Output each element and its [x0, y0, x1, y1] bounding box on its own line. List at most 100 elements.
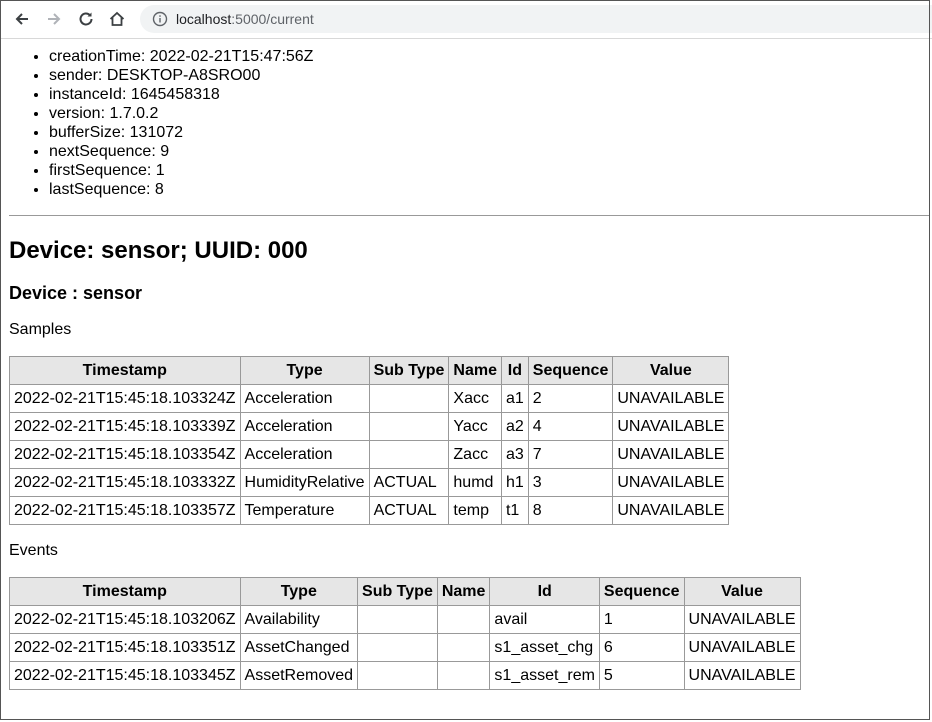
table-cell: [436, 661, 491, 690]
header-item-creationtime: creationTime: 2022-02-21T15:47:56Z: [49, 47, 932, 66]
table-cell: 8: [527, 496, 614, 525]
header-item-key: sender: [49, 67, 98, 84]
table-cell: 2022-02-21T15:45:18.103324Z: [9, 384, 241, 413]
samples-label: Samples: [9, 321, 72, 338]
table-cell: 2: [527, 384, 614, 413]
column-header: Sequence: [598, 577, 685, 606]
table-cell: [368, 384, 450, 413]
table-cell: 2022-02-21T15:45:18.103351Z: [9, 633, 241, 662]
header-item-value: DESKTOP-A8SRO00: [106, 67, 261, 84]
table-cell: 2022-02-21T15:45:18.103357Z: [9, 496, 241, 525]
column-header: Name: [448, 356, 502, 385]
header-item-key: lastSequence: [49, 181, 146, 198]
table-cell: AssetChanged: [239, 633, 359, 662]
column-header: Id: [489, 577, 600, 606]
table-row: 2022-02-21T15:45:18.103339Z Acceleration Y…: [9, 412, 730, 441]
table-cell: 7: [527, 440, 614, 469]
table-cell: Temperature: [239, 496, 370, 525]
table-cell: Availability: [239, 605, 359, 634]
header-item-value: 131072: [129, 124, 184, 141]
column-header: Value: [612, 356, 730, 385]
column-header: Sub Type: [368, 356, 450, 385]
table-cell: UNAVAILABLE: [612, 468, 730, 497]
table-header-row: Timestamp Type Sub Type Name Id Sequence Value: [9, 577, 801, 606]
table-cell: a3: [500, 440, 529, 469]
table-cell: 2022-02-21T15:45:18.103332Z: [9, 468, 241, 497]
header-item-version: version: 1.7.0.2: [49, 104, 932, 123]
header-item-key: nextSequence: [49, 143, 152, 160]
table-cell: [357, 633, 438, 662]
column-header: Type: [239, 577, 359, 606]
url-path: :5000/current: [231, 11, 314, 27]
table-cell: 5: [598, 661, 685, 690]
header-item-value: 9: [160, 143, 170, 160]
table-cell: Zacc: [448, 440, 502, 469]
forward-arrow-icon: [48, 13, 61, 25]
back-button[interactable]: [10, 7, 34, 31]
reload-icon: [79, 12, 93, 26]
url-text[interactable]: localhost:5000/current: [176, 11, 314, 27]
header-item-key: bufferSize: [49, 124, 121, 141]
table-cell: 3: [527, 468, 614, 497]
table-row: 2022-02-21T15:45:18.103206Z Availability a…: [9, 605, 801, 634]
table-header-row: Timestamp Type Sub Type Name Id Sequence Value: [9, 356, 730, 385]
table-cell: 2022-02-21T15:45:18.103354Z: [9, 440, 241, 469]
table-cell: ACTUAL: [368, 468, 450, 497]
table-cell: 6: [598, 633, 685, 662]
events-label: Events: [9, 542, 58, 559]
browser-toolbar: localhost:5000/current: [0, 0, 932, 39]
header-item-buffersize: bufferSize: 131072: [49, 123, 932, 142]
table-cell: temp: [448, 496, 502, 525]
column-header: Id: [500, 356, 529, 385]
page-content: creationTime: 2022-02-21T15:47:56Zsender…: [0, 47, 932, 690]
table-row: 2022-02-21T15:45:18.103324Z Acceleration X…: [9, 384, 730, 413]
table-cell: s1_asset_chg: [489, 633, 600, 662]
table-cell: HumidityRelative: [239, 468, 370, 497]
table-cell: UNAVAILABLE: [612, 440, 730, 469]
table-cell: 2022-02-21T15:45:18.103206Z: [9, 605, 241, 634]
table-cell: ACTUAL: [368, 496, 450, 525]
column-header: Sub Type: [357, 577, 438, 606]
home-button[interactable]: [105, 7, 129, 31]
table-cell: UNAVAILABLE: [683, 661, 801, 690]
table-cell: Xacc: [448, 384, 502, 413]
table-cell: t1: [500, 496, 529, 525]
url-host: localhost: [176, 11, 232, 27]
reload-button[interactable]: [74, 7, 98, 31]
table-cell: 4: [527, 412, 614, 441]
column-header: Timestamp: [9, 577, 241, 606]
table-cell: UNAVAILABLE: [683, 633, 801, 662]
table-row: 2022-02-21T15:45:18.103332Z HumidityRelat…: [9, 468, 730, 497]
forward-button[interactable]: [42, 7, 66, 31]
column-header: Name: [436, 577, 491, 606]
table-cell: UNAVAILABLE: [612, 384, 730, 413]
device-heading: Device: sensor; UUID: 000: [9, 237, 308, 264]
table-cell: [436, 633, 491, 662]
header-item-firstsequence: firstSequence: 1: [49, 161, 932, 180]
table-cell: 2022-02-21T15:45:18.103345Z: [9, 661, 241, 690]
header-item-sender: sender: DESKTOP-A8SRO00: [49, 66, 932, 85]
table-cell: [368, 440, 450, 469]
column-header: Sequence: [527, 356, 614, 385]
header-item-value: 8: [154, 181, 164, 198]
table-cell: [357, 661, 438, 690]
header-item-key: firstSequence: [49, 162, 147, 179]
header-item-key: creationTime: [49, 48, 141, 65]
info-icon[interactable]: [152, 11, 168, 27]
table-cell: AssetRemoved: [239, 661, 359, 690]
back-arrow-icon: [15, 13, 28, 25]
table-cell: 1: [598, 605, 685, 634]
header-item-instanceid: instanceId: 1645458318: [49, 85, 932, 104]
table-cell: h1: [500, 468, 529, 497]
table-cell: UNAVAILABLE: [683, 605, 801, 634]
header-item-value: 1.7.0.2: [109, 105, 159, 122]
table-cell: UNAVAILABLE: [612, 496, 730, 525]
header-item-key: instanceId: [49, 86, 122, 103]
column-header: Timestamp: [9, 356, 241, 385]
header-item-value: 2022-02-21T15:47:56Z: [149, 48, 314, 65]
table-cell: Acceleration: [239, 440, 370, 469]
address-bar[interactable]: localhost:5000/current: [140, 5, 932, 33]
table-cell: 2022-02-21T15:45:18.103339Z: [9, 412, 241, 441]
header-item-nextsequence: nextSequence: 9: [49, 142, 932, 161]
table-cell: avail: [489, 605, 600, 634]
